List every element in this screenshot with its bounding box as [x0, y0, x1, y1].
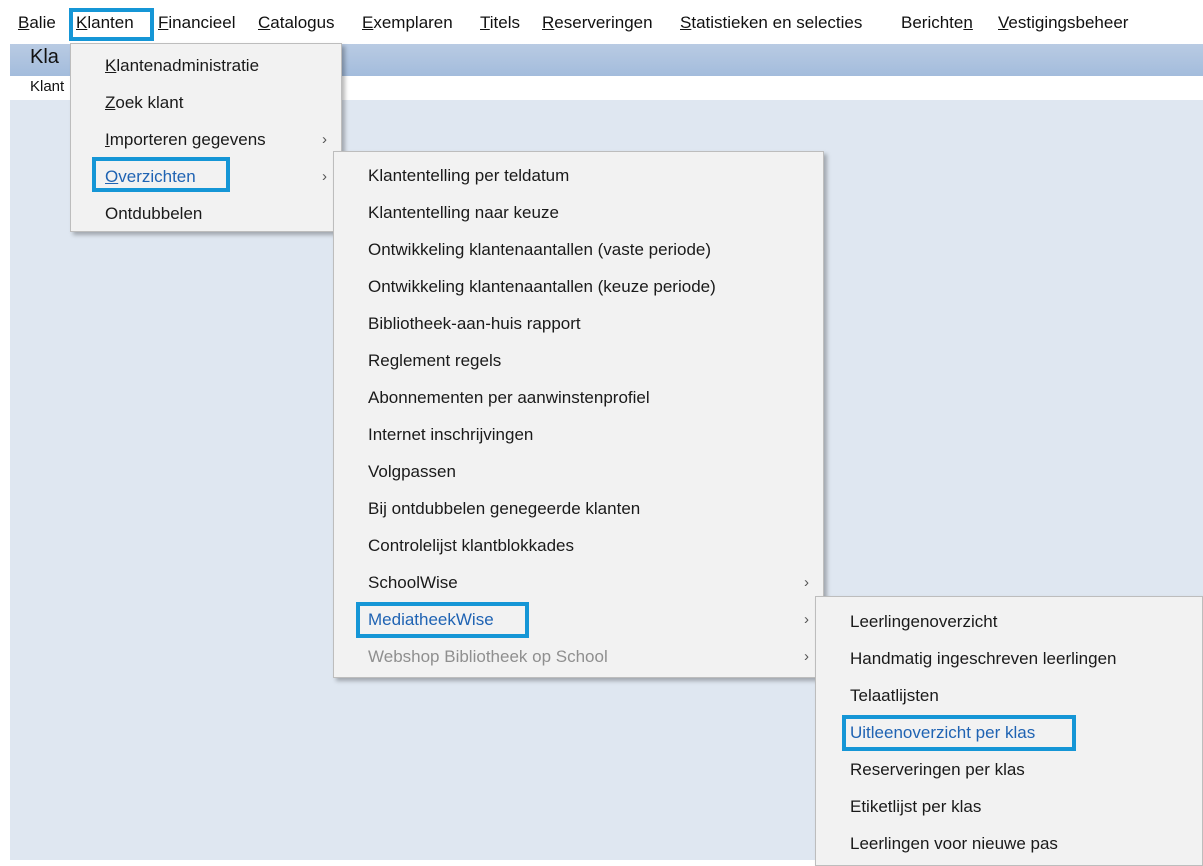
mediatheekwise-submenu: Leerlingenoverzicht Handmatig ingeschreve…	[815, 596, 1203, 866]
menu-item-label: Volgpassen	[368, 462, 456, 481]
menu-item-ontwikkeling-klantenaantallen-vaste-periode[interactable]: Ontwikkeling klantenaantallen (vaste per…	[334, 231, 823, 268]
menu-item-label: Leerlingenoverzicht	[850, 612, 998, 631]
menu-item-label: Bij ontdubbelen genegeerde klanten	[368, 499, 641, 518]
accelerator-key: E	[362, 13, 374, 32]
menu-item-label: Internet inschrijvingen	[368, 425, 534, 444]
app-sub-label: Klant	[30, 78, 65, 95]
accelerator-key: Z	[105, 93, 116, 112]
menu-item-label: Importeren gegevens	[105, 130, 266, 149]
menubar-item-financieel[interactable]: Financieel	[158, 12, 236, 34]
menubar-item-exemplaren[interactable]: Exemplaren	[362, 12, 453, 34]
menu-item-zoek-klant[interactable]: Zoek klant	[71, 84, 341, 121]
highlight-klanten	[69, 8, 154, 41]
menu-item-label: Telaatlijsten	[850, 686, 939, 705]
menu-item-klantenadministratie[interactable]: Klantenadministratie	[71, 47, 341, 84]
menu-bar: Balie Klanten Financieel Catalogus Exemplare…	[0, 0, 1203, 44]
accelerator-key: V	[998, 13, 1009, 32]
highlight-mediatheekwise	[356, 602, 529, 638]
accelerator-key: T	[480, 13, 490, 32]
menu-item-controlelijst-klantblokkades[interactable]: Controlelijst klantblokkades	[334, 527, 823, 564]
accelerator-key: I	[105, 130, 110, 149]
menu-item-label: Ontdubbelen	[105, 204, 203, 223]
app-window-title: Kla	[30, 46, 59, 68]
menu-item-schoolwise[interactable]: SchoolWise ›	[334, 564, 823, 601]
menu-item-reglement-regels[interactable]: Reglement regels	[334, 342, 823, 379]
menu-item-leerlingenoverzicht[interactable]: Leerlingenoverzicht	[816, 603, 1202, 640]
menu-item-label: SchoolWise	[368, 573, 458, 592]
chevron-right-icon: ›	[322, 131, 327, 148]
menu-item-label: Ontwikkeling klantenaantallen (keuze per…	[368, 277, 716, 296]
accelerator-key: K	[105, 56, 117, 75]
menu-item-label: Etiketlijst per klas	[850, 797, 982, 816]
menu-item-label: Klantentelling naar keuze	[368, 203, 559, 222]
overzichten-submenu: Klantentelling per teldatum Klantentellin…	[333, 151, 824, 678]
menu-item-volgpassen[interactable]: Volgpassen	[334, 453, 823, 490]
highlight-overzichten	[92, 157, 230, 192]
menu-item-etiketlijst-per-klas[interactable]: Etiketlijst per klas	[816, 788, 1202, 825]
menu-item-label: Controlelijst klantblokkades	[368, 536, 574, 555]
menu-item-handmatig-ingeschreven-leerlingen[interactable]: Handmatig ingeschreven leerlingen	[816, 640, 1202, 677]
accelerator-key: F	[158, 13, 169, 32]
menu-item-label: Ontwikkeling klantenaantallen (vaste per…	[368, 240, 712, 259]
menu-item-bij-ontdubbelen-genegeerde-klanten[interactable]: Bij ontdubbelen genegeerde klanten	[334, 490, 823, 527]
menubar-item-vestigingsbeheer[interactable]: Vestigingsbeheer	[998, 12, 1128, 34]
menu-item-bibliotheek-aan-huis-rapport[interactable]: Bibliotheek-aan-huis rapport	[334, 305, 823, 342]
menu-item-label: Klantentelling per teldatum	[368, 166, 570, 185]
menubar-item-statistieken-en-selecties[interactable]: Statistieken en selecties	[680, 12, 862, 34]
accelerator-key: S	[680, 13, 692, 32]
accelerator-key: R	[542, 13, 555, 32]
menu-item-label: Handmatig ingeschreven leerlingen	[850, 649, 1117, 668]
menu-item-label: Webshop Bibliotheek op School	[368, 647, 608, 666]
klanten-menu: Klantenadministratie Zoek klant Importeren…	[70, 43, 342, 232]
menu-item-importeren-gegevens[interactable]: Importeren gegevens ›	[71, 121, 341, 158]
chevron-right-icon: ›	[804, 611, 809, 628]
menu-item-reserveringen-per-klas[interactable]: Reserveringen per klas	[816, 751, 1202, 788]
chevron-right-icon: ›	[804, 648, 809, 665]
menubar-item-balie[interactable]: Balie	[18, 12, 56, 34]
menu-item-telaatlijsten[interactable]: Telaatlijsten	[816, 677, 1202, 714]
menubar-item-berichten[interactable]: Berichten	[901, 12, 973, 34]
menubar-item-catalogus[interactable]: Catalogus	[258, 12, 335, 34]
menu-item-internet-inschrijvingen[interactable]: Internet inschrijvingen	[334, 416, 823, 453]
accelerator-key: B	[18, 13, 30, 32]
menubar-item-titels[interactable]: Titels	[480, 12, 520, 34]
menu-item-webshop-bibliotheek-op-school: Webshop Bibliotheek op School ›	[334, 638, 823, 675]
highlight-uitleenoverzicht-per-klas	[842, 715, 1076, 751]
accelerator-key: n	[963, 13, 973, 32]
menu-item-label: Reglement regels	[368, 351, 502, 370]
chevron-right-icon: ›	[322, 168, 327, 185]
accelerator-key: C	[258, 13, 271, 32]
menu-item-klantentelling-naar-keuze[interactable]: Klantentelling naar keuze	[334, 194, 823, 231]
chevron-right-icon: ›	[804, 574, 809, 591]
menu-item-label: Leerlingen voor nieuwe pas	[850, 834, 1058, 853]
menu-item-label: Abonnementen per aanwinstenprofiel	[368, 388, 650, 407]
menu-item-abonnementen-per-aanwinstenprofiel[interactable]: Abonnementen per aanwinstenprofiel	[334, 379, 823, 416]
menu-item-label: Reserveringen per klas	[850, 760, 1025, 779]
menubar-item-reserveringen[interactable]: Reserveringen	[542, 12, 653, 34]
menu-item-label: Bibliotheek-aan-huis rapport	[368, 314, 581, 333]
menu-item-ontwikkeling-klantenaantallen-keuze-periode[interactable]: Ontwikkeling klantenaantallen (keuze per…	[334, 268, 823, 305]
menu-item-leerlingen-voor-nieuwe-pas[interactable]: Leerlingen voor nieuwe pas	[816, 825, 1202, 862]
menu-item-klantentelling-per-teldatum[interactable]: Klantentelling per teldatum	[334, 157, 823, 194]
menu-item-ontdubbelen[interactable]: Ontdubbelen	[71, 195, 341, 232]
menu-item-label: Klantenadministratie	[105, 56, 260, 75]
menu-item-label: Zoek klant	[105, 93, 184, 112]
